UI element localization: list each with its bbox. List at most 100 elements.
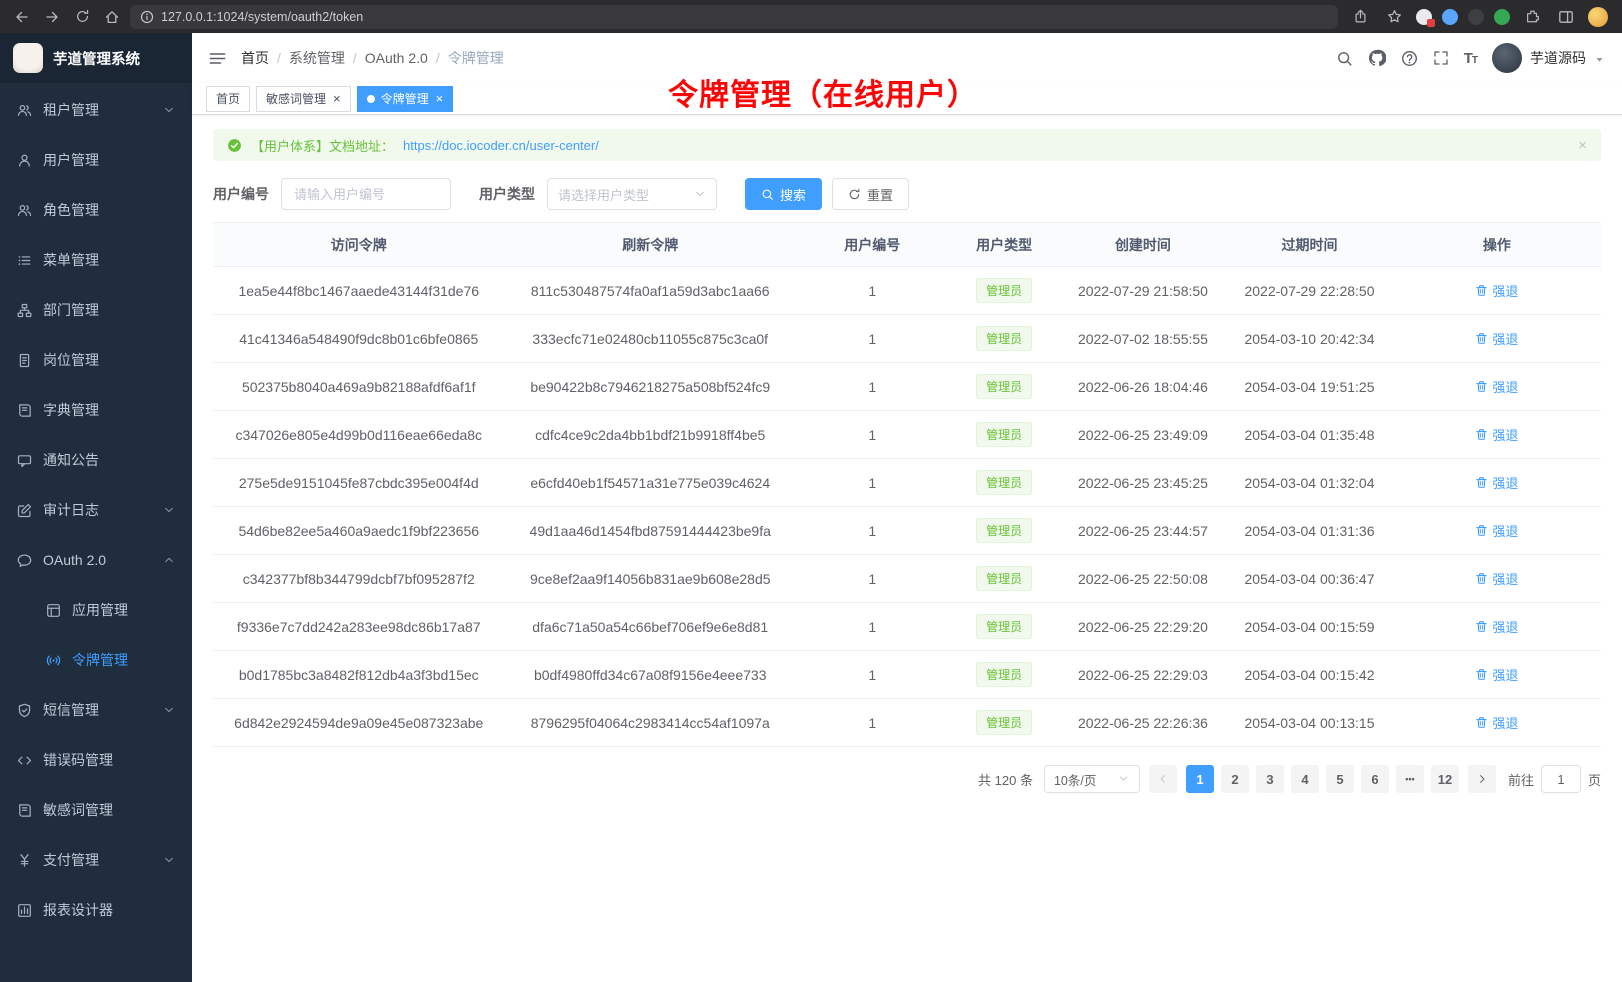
sidebar-item-menu[interactable]: 菜单管理 [0, 235, 192, 285]
breadcrumb-system[interactable]: 系统管理 [289, 48, 345, 68]
app-logo[interactable]: 芋道管理系统 [0, 33, 192, 83]
create-time-cell: 2022-06-25 22:50:08 [1060, 555, 1227, 603]
next-page-button[interactable] [1468, 765, 1496, 793]
page-button-4[interactable]: 4 [1291, 765, 1319, 793]
table-row: c342377bf8b344799dcbf7bf095287f2 9ce8ef2… [213, 555, 1601, 603]
action-cell: 强退 [1393, 267, 1601, 315]
action-cell: 强退 [1393, 459, 1601, 507]
trash-icon [1475, 332, 1488, 345]
force-logout-button[interactable]: 强退 [1475, 665, 1518, 684]
users-icon [17, 103, 32, 118]
sidebar-item-error-code[interactable]: 错误码管理 [0, 735, 192, 785]
sidebar-item-oauth2-token[interactable]: 令牌管理 [0, 635, 192, 685]
page-button-6[interactable]: 6 [1361, 765, 1389, 793]
force-logout-button[interactable]: 强退 [1475, 377, 1518, 396]
sidebar-item-audit-log[interactable]: 审计日志 [0, 485, 192, 535]
tab-token[interactable]: 令牌管理 × [357, 86, 454, 112]
font-size-icon[interactable]: TT [1464, 50, 1477, 67]
page-button-2[interactable]: 2 [1221, 765, 1249, 793]
force-logout-label: 强退 [1492, 473, 1518, 492]
extension-icon-4[interactable] [1494, 9, 1510, 25]
sidebar-item-user[interactable]: 用户管理 [0, 135, 192, 185]
sidebar-item-tenant[interactable]: 租户管理 [0, 85, 192, 135]
column-header-0: 访问令牌 [213, 223, 504, 267]
sidebar-item-payment[interactable]: 支付管理 [0, 835, 192, 885]
chevron-up-icon [163, 554, 175, 566]
force-logout-button[interactable]: 强退 [1475, 281, 1518, 300]
chevron-down-icon [163, 854, 175, 866]
sidebar-item-sms[interactable]: 短信管理 [0, 685, 192, 735]
bookmark-star-icon[interactable] [1382, 5, 1406, 29]
search-button[interactable]: 搜索 [745, 178, 822, 210]
expire-time-cell: 2022-07-29 22:28:50 [1226, 267, 1393, 315]
main-area: 首页 / 系统管理 / OAuth 2.0 / 令牌管理 TT 芋道源码 [192, 33, 1622, 982]
extension-icon-1[interactable] [1416, 9, 1432, 25]
reset-button[interactable]: 重置 [832, 178, 909, 210]
tab-sensitive-word[interactable]: 敏感词管理 × [256, 86, 351, 112]
user-type-cell: 管理员 [949, 603, 1060, 651]
fullscreen-icon[interactable] [1433, 50, 1449, 66]
force-logout-button[interactable]: 强退 [1475, 329, 1518, 348]
breadcrumb-home[interactable]: 首页 [241, 48, 269, 68]
refresh-icon[interactable] [70, 5, 94, 29]
sidebar-item-oauth2-app[interactable]: 应用管理 [0, 585, 192, 635]
share-icon[interactable] [1348, 5, 1372, 29]
extension-icon-2[interactable] [1442, 9, 1458, 25]
page-size-select[interactable]: 10条/页 [1044, 765, 1140, 793]
tab-label: 令牌管理 [381, 90, 429, 107]
sidebar-item-dept[interactable]: 部门管理 [0, 285, 192, 335]
extension-icon-3[interactable] [1468, 9, 1484, 25]
split-view-icon[interactable] [1554, 5, 1578, 29]
sidebar-collapse-icon[interactable] [208, 49, 227, 68]
alert-close-icon[interactable]: × [1578, 137, 1587, 154]
sidebar-item-post[interactable]: 岗位管理 [0, 335, 192, 385]
url-bar[interactable]: 127.0.0.1:1024/system/oauth2/token [130, 5, 1338, 29]
github-icon[interactable] [1368, 49, 1386, 67]
tab-home[interactable]: 首页 [206, 86, 250, 112]
page-ellipsis[interactable]: ••• [1396, 765, 1424, 793]
forward-icon[interactable] [40, 5, 64, 29]
tab-close-icon[interactable]: × [436, 92, 444, 105]
table-row: c347026e805e4d99b0d116eae66eda8c cdfc4ce… [213, 411, 1601, 459]
site-info-icon[interactable] [140, 10, 154, 24]
force-logout-button[interactable]: 强退 [1475, 713, 1518, 732]
sidebar-item-notice[interactable]: 通知公告 [0, 435, 192, 485]
page-button-1[interactable]: 1 [1186, 765, 1214, 793]
app-window: 芋道管理系统 租户管理 用户管理 角色管理 菜单管理 部门管理 岗位管理 字典管… [0, 33, 1622, 982]
page-buttons: 123456•••12 [1186, 765, 1459, 793]
user-icon [17, 153, 32, 168]
trash-icon [1475, 428, 1488, 441]
doc-link[interactable]: https://doc.iocoder.cn/user-center/ [403, 138, 599, 153]
sidebar-item-dict[interactable]: 字典管理 [0, 385, 192, 435]
user-type-cell: 管理员 [949, 459, 1060, 507]
tab-close-icon[interactable]: × [333, 92, 341, 105]
browser-chrome: 127.0.0.1:1024/system/oauth2/token [0, 0, 1622, 33]
sidebar-item-oauth2[interactable]: OAuth 2.0 [0, 535, 192, 585]
force-logout-button[interactable]: 强退 [1475, 473, 1518, 492]
sidebar-item-label: 报表设计器 [43, 900, 113, 920]
navbar-actions: TT 芋道源码 [1336, 43, 1606, 73]
help-icon[interactable] [1401, 50, 1418, 67]
user-type-cell: 管理员 [949, 507, 1060, 555]
force-logout-button[interactable]: 强退 [1475, 425, 1518, 444]
sidebar-item-report-designer[interactable]: 报表设计器 [0, 885, 192, 935]
user-menu[interactable]: 芋道源码 [1492, 43, 1606, 73]
force-logout-button[interactable]: 强退 [1475, 617, 1518, 636]
goto-page-input[interactable] [1541, 765, 1581, 793]
sidebar-item-sensitive-word[interactable]: 敏感词管理 [0, 785, 192, 835]
extensions-puzzle-icon[interactable] [1520, 5, 1544, 29]
breadcrumb-oauth2[interactable]: OAuth 2.0 [365, 50, 428, 66]
prev-page-button[interactable] [1149, 765, 1177, 793]
browser-profile-avatar[interactable] [1588, 7, 1608, 27]
page-button-5[interactable]: 5 [1326, 765, 1354, 793]
back-icon[interactable] [10, 5, 34, 29]
sidebar-item-role[interactable]: 角色管理 [0, 185, 192, 235]
user-id-input[interactable] [281, 178, 451, 210]
page-button-3[interactable]: 3 [1256, 765, 1284, 793]
user-type-select[interactable]: 请选择用户类型 [547, 178, 717, 210]
search-icon[interactable] [1336, 50, 1353, 67]
force-logout-button[interactable]: 强退 [1475, 521, 1518, 540]
page-button-12[interactable]: 12 [1431, 765, 1459, 793]
home-icon[interactable] [100, 5, 124, 29]
force-logout-button[interactable]: 强退 [1475, 569, 1518, 588]
